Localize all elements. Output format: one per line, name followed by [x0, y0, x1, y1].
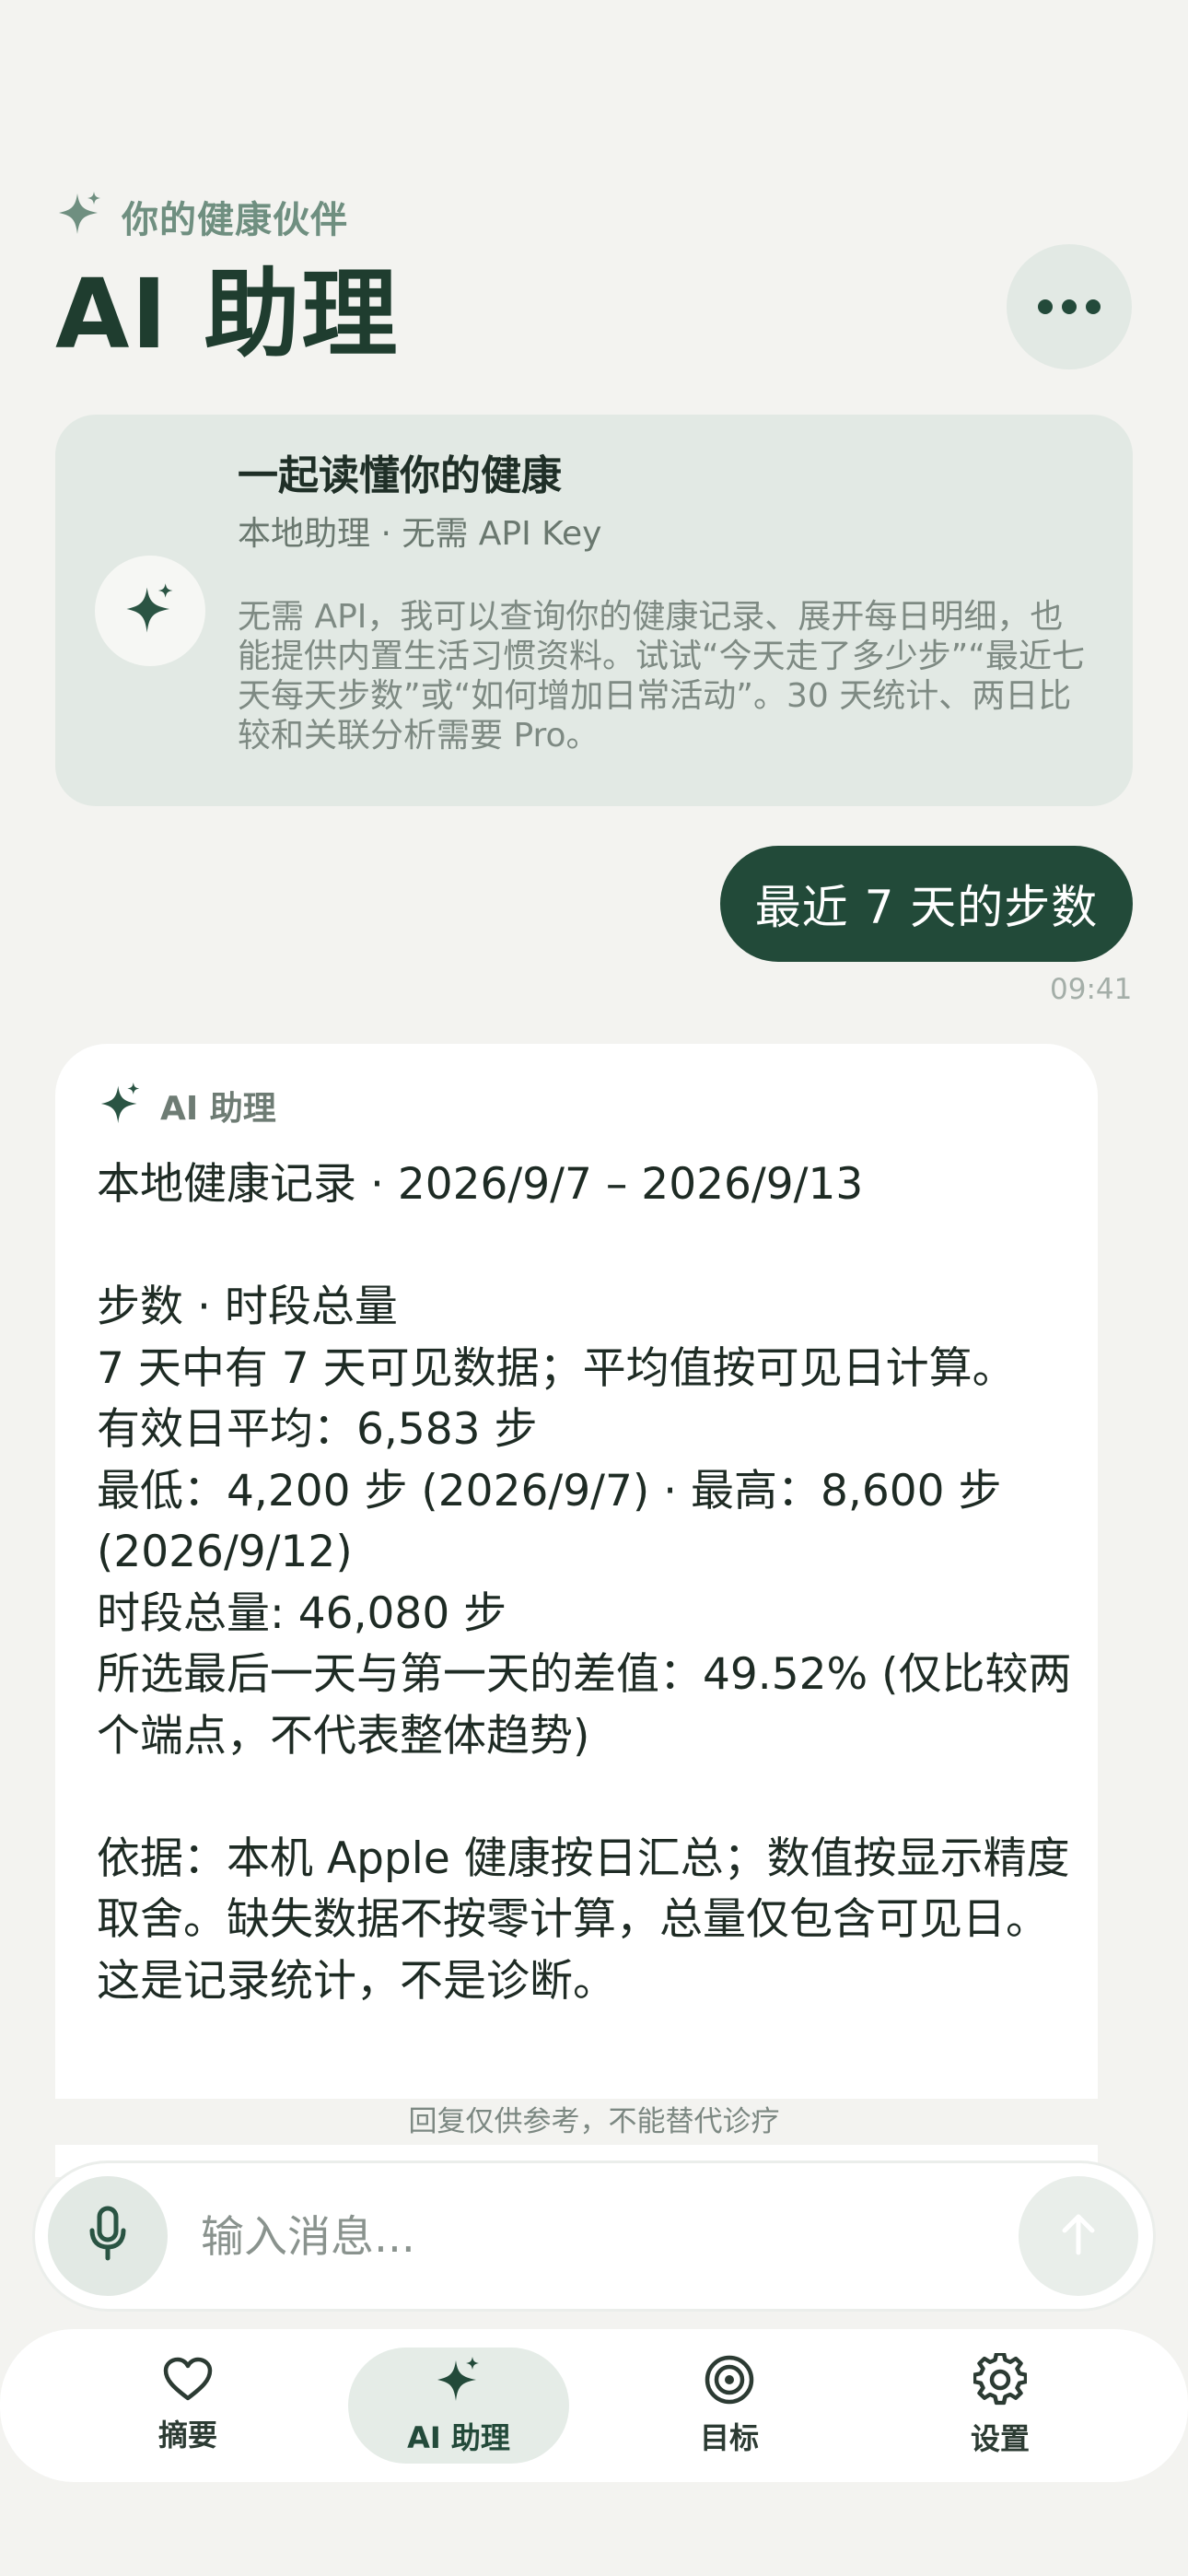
sparkle-icon	[57, 190, 103, 243]
voice-input-button[interactable]	[48, 2176, 168, 2296]
assistant-name: AI 助理	[160, 1090, 276, 1128]
sparkle-icon	[436, 2354, 482, 2409]
arrow-up-icon	[1060, 2212, 1097, 2260]
send-button[interactable]	[1019, 2176, 1138, 2296]
gear-icon	[972, 2351, 1029, 2410]
tab-label: 摘要	[157, 2418, 217, 2453]
assistant-message-card: AI 助理 本地健康记录 · 2026/9/7 – 2026/9/13 步数 ·…	[55, 1044, 1098, 2177]
disclaimer-text: 回复仅供参考，不能替代诊疗	[0, 2099, 1188, 2145]
target-icon	[704, 2354, 755, 2409]
message-input[interactable]	[199, 2193, 939, 2281]
intro-subtitle: 本地助理 · 无需 API Key	[238, 515, 602, 553]
assistant-header: AI 助理	[99, 1081, 276, 1130]
ellipsis-dot	[1062, 299, 1077, 314]
user-message-bubble: 最近 7 天的步数	[720, 846, 1133, 962]
assistant-message-text: 本地健康记录 · 2026/9/7 – 2026/9/13 步数 · 时段总量 …	[97, 1159, 1072, 2007]
tab-bar: 摘要 AI 助理 目标 设置	[0, 2329, 1188, 2482]
intro-title: 一起读懂你的健康	[238, 452, 562, 499]
message-composer	[35, 2163, 1153, 2309]
more-options-button[interactable]	[1007, 244, 1132, 369]
page-title: AI 助理	[55, 258, 400, 370]
tab-label: AI 助理	[407, 2420, 510, 2455]
tab-settings[interactable]: 设置	[926, 2329, 1074, 2482]
tab-ai-assistant[interactable]: AI 助理	[385, 2329, 532, 2482]
intro-avatar	[95, 556, 205, 666]
eyebrow-text: 你的健康伙伴	[122, 199, 348, 241]
heart-icon	[162, 2357, 214, 2406]
ellipsis-dot	[1086, 299, 1101, 314]
tab-goals[interactable]: 目标	[656, 2329, 803, 2482]
sparkle-icon	[99, 1081, 142, 1130]
tab-label: 设置	[970, 2421, 1030, 2456]
sparkle-icon	[124, 581, 176, 640]
microphone-icon	[87, 2206, 128, 2266]
tab-label: 目标	[699, 2420, 759, 2455]
intro-body: 无需 API，我可以查询你的健康记录、展开每日明细，也能提供内置生活习惯资料。试…	[238, 598, 1085, 755]
message-timestamp: 09:41	[1050, 973, 1133, 1006]
ellipsis-icon	[1038, 299, 1053, 314]
header-eyebrow: 你的健康伙伴	[57, 189, 348, 244]
tab-summary[interactable]: 摘要	[114, 2329, 262, 2482]
